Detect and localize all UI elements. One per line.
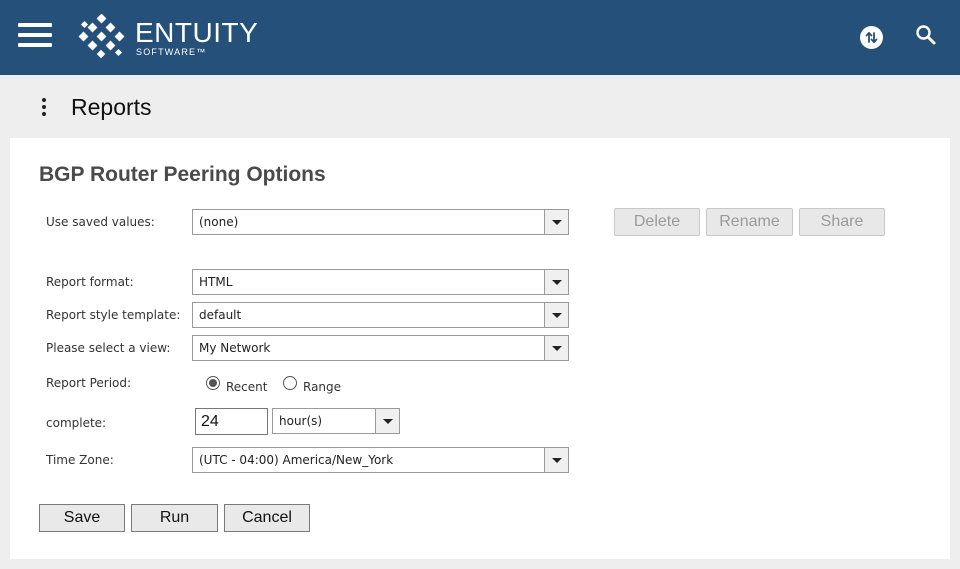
chevron-down-icon bbox=[544, 303, 568, 327]
report-format-select[interactable]: HTML bbox=[192, 269, 569, 295]
brand-sub: SOFTWARE™ bbox=[136, 47, 207, 57]
saved-values-label: Use saved values: bbox=[46, 215, 155, 229]
save-button[interactable]: Save bbox=[39, 504, 125, 532]
run-button[interactable]: Run bbox=[131, 504, 218, 532]
radio-checked-icon bbox=[206, 376, 220, 390]
style-template-label: Report style template: bbox=[46, 308, 181, 322]
rename-button[interactable]: Rename bbox=[706, 208, 793, 236]
top-bar: ENTUITY SOFTWARE™ bbox=[0, 0, 960, 75]
radio-unchecked-icon bbox=[283, 376, 297, 390]
entuity-logo[interactable]: ENTUITY SOFTWARE™ bbox=[76, 14, 259, 60]
saved-values-value: (none) bbox=[199, 215, 239, 229]
view-value: My Network bbox=[199, 341, 271, 355]
timezone-value: (UTC - 04:00) America/New_York bbox=[199, 453, 394, 467]
complete-amount-input[interactable]: 24 bbox=[195, 408, 268, 435]
switch-arrows-icon[interactable] bbox=[860, 26, 883, 49]
chevron-down-icon bbox=[544, 336, 568, 360]
complete-unit-value: hour(s) bbox=[279, 414, 323, 428]
kebab-menu-icon[interactable] bbox=[36, 97, 52, 117]
share-button[interactable]: Share bbox=[799, 208, 885, 236]
hamburger-menu-icon[interactable] bbox=[18, 23, 52, 47]
cancel-button[interactable]: Cancel bbox=[224, 504, 310, 532]
logo-mark-icon bbox=[78, 14, 125, 59]
page-title: Reports bbox=[71, 94, 152, 120]
period-range-radio[interactable]: Range bbox=[283, 374, 345, 394]
chevron-down-icon bbox=[375, 409, 399, 433]
style-template-select[interactable]: default bbox=[192, 302, 569, 328]
style-template-value: default bbox=[199, 308, 242, 322]
chevron-down-icon bbox=[544, 210, 568, 234]
complete-unit-select[interactable]: hour(s) bbox=[272, 408, 400, 434]
saved-values-select[interactable]: (none) bbox=[192, 209, 569, 235]
timezone-select[interactable]: (UTC - 04:00) America/New_York bbox=[192, 447, 569, 473]
delete-button[interactable]: Delete bbox=[614, 208, 700, 236]
chevron-down-icon bbox=[544, 270, 568, 294]
search-icon[interactable] bbox=[915, 24, 937, 46]
form-title: BGP Router Peering Options bbox=[39, 163, 326, 186]
view-label: Please select a view: bbox=[46, 341, 171, 355]
switch-arrows-glyph-icon bbox=[865, 31, 878, 44]
view-select[interactable]: My Network bbox=[192, 335, 569, 361]
brand-name: ENTUITY bbox=[135, 17, 259, 48]
period-recent-radio[interactable]: Recent bbox=[206, 374, 276, 394]
period-range-label: Range bbox=[303, 380, 342, 394]
chevron-down-icon bbox=[544, 448, 568, 472]
timezone-label: Time Zone: bbox=[46, 453, 114, 467]
magnifier-glyph-icon bbox=[916, 25, 936, 45]
report-format-value: HTML bbox=[199, 275, 233, 289]
report-period-label: Report Period: bbox=[46, 376, 132, 390]
period-recent-label: Recent bbox=[226, 380, 268, 394]
report-format-label: Report format: bbox=[46, 275, 134, 289]
complete-label: complete: bbox=[46, 416, 107, 430]
